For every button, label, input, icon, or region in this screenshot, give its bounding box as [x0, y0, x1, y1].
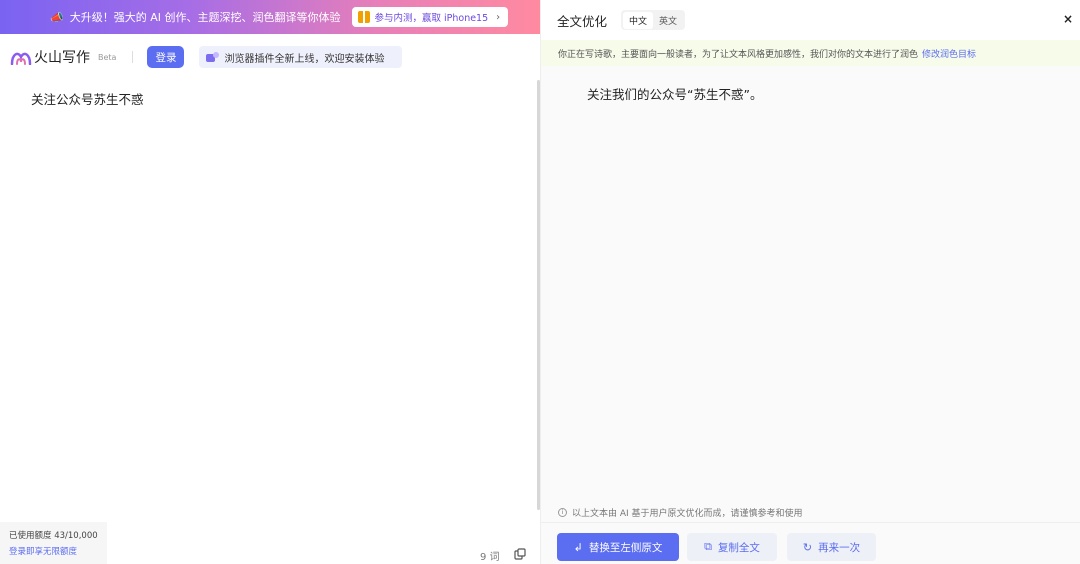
panel-title: 全文优化: [557, 13, 608, 29]
copy-icon: ⧉: [704, 540, 712, 553]
header-divider: [132, 51, 134, 63]
chevron-right-icon: ›: [496, 11, 501, 23]
usage-box: 已使用额度 43/10,000 登录即享无限额度: [0, 522, 107, 564]
panel-footer: ↲ 替换至左侧原文 ⧉ 复制全文 ↻ 再来一次: [541, 522, 1080, 564]
replace-button[interactable]: ↲ 替换至左侧原文: [557, 533, 679, 561]
editor-pane: 📣 大升级！强大的 AI 创作、主题深挖、润色翻译等你体验 参与内测，赢取 iP…: [0, 0, 540, 564]
promo-cta-label: 参与内测，赢取 iPhone15: [374, 13, 489, 24]
language-toggle[interactable]: 中文 英文: [621, 10, 686, 30]
disclaimer-text: 以上文本由 AI 基于用户原文优化而成，请谨慎参考和使用: [572, 509, 803, 519]
promo-cta-button[interactable]: 参与内测，赢取 iPhone15 ›: [352, 7, 509, 27]
refresh-icon: ↻: [802, 540, 813, 554]
panel-header: 全文优化 中文 英文 ×: [541, 0, 1080, 40]
brand-name: 火山写作: [34, 50, 90, 66]
copy-all-label: 复制全文: [717, 541, 760, 554]
login-button[interactable]: 登录: [147, 46, 185, 68]
promo-text: 大升级！强大的 AI 创作、主题深挖、润色翻译等你体验: [69, 11, 341, 24]
login-unlimited-link[interactable]: 登录即享无限额度: [9, 544, 107, 560]
megaphone-icon: 📣: [50, 10, 64, 24]
extension-notice-text: 浏览器插件全新上线，欢迎安装体验: [224, 53, 385, 65]
copy-all-button[interactable]: ⧉ 复制全文: [687, 533, 777, 561]
close-icon[interactable]: ×: [1063, 12, 1073, 26]
usage-value: 43/10,000: [54, 531, 98, 541]
optimize-panel: 全文优化 中文 英文 × 你正在写诗歌，主要面向一般读者，为了让文本风格更加感性…: [540, 0, 1080, 564]
extension-banner[interactable]: 浏览器插件全新上线，欢迎安装体验: [199, 46, 403, 68]
logo-icon: [10, 52, 32, 65]
promo-banner[interactable]: 📣 大升级！强大的 AI 创作、主题深挖、润色翻译等你体验 参与内测，赢取 iP…: [0, 0, 540, 34]
gift-icon: [358, 11, 371, 23]
app-header: 火山写作 Beta 登录 浏览器插件全新上线，欢迎安装体验: [0, 34, 540, 80]
info-icon: i: [558, 508, 567, 517]
modify-goal-link[interactable]: 修改润色目标: [922, 47, 976, 60]
retry-button[interactable]: ↻ 再来一次: [787, 533, 876, 561]
word-count: 9 词: [480, 552, 500, 563]
lang-zh-option[interactable]: 中文: [623, 11, 654, 29]
ai-disclaimer: i 以上文本由 AI 基于用户原文优化而成，请谨慎参考和使用: [558, 506, 803, 519]
optimized-text: 关注我们的公众号“苏生不惑”。: [587, 87, 763, 102]
polish-notice: 你正在写诗歌，主要面向一般读者，为了让文本风格更加感性，我们对你的文本进行了润色…: [541, 40, 1080, 66]
replace-icon: ↲: [573, 540, 583, 554]
usage-label: 已使用额度: [9, 531, 52, 541]
puzzle-icon: [206, 52, 220, 62]
lang-en-option[interactable]: 英文: [653, 12, 683, 29]
polish-notice-text: 你正在写诗歌，主要面向一般读者，为了让文本风格更加感性，我们对你的文本进行了润色: [558, 49, 919, 60]
retry-label: 再来一次: [818, 541, 861, 554]
editor-content[interactable]: 关注公众号苏生不惑: [31, 89, 144, 108]
replace-label: 替换至左侧原文: [588, 541, 663, 554]
copy-icon[interactable]: [514, 548, 526, 560]
beta-badge: Beta: [98, 52, 117, 62]
